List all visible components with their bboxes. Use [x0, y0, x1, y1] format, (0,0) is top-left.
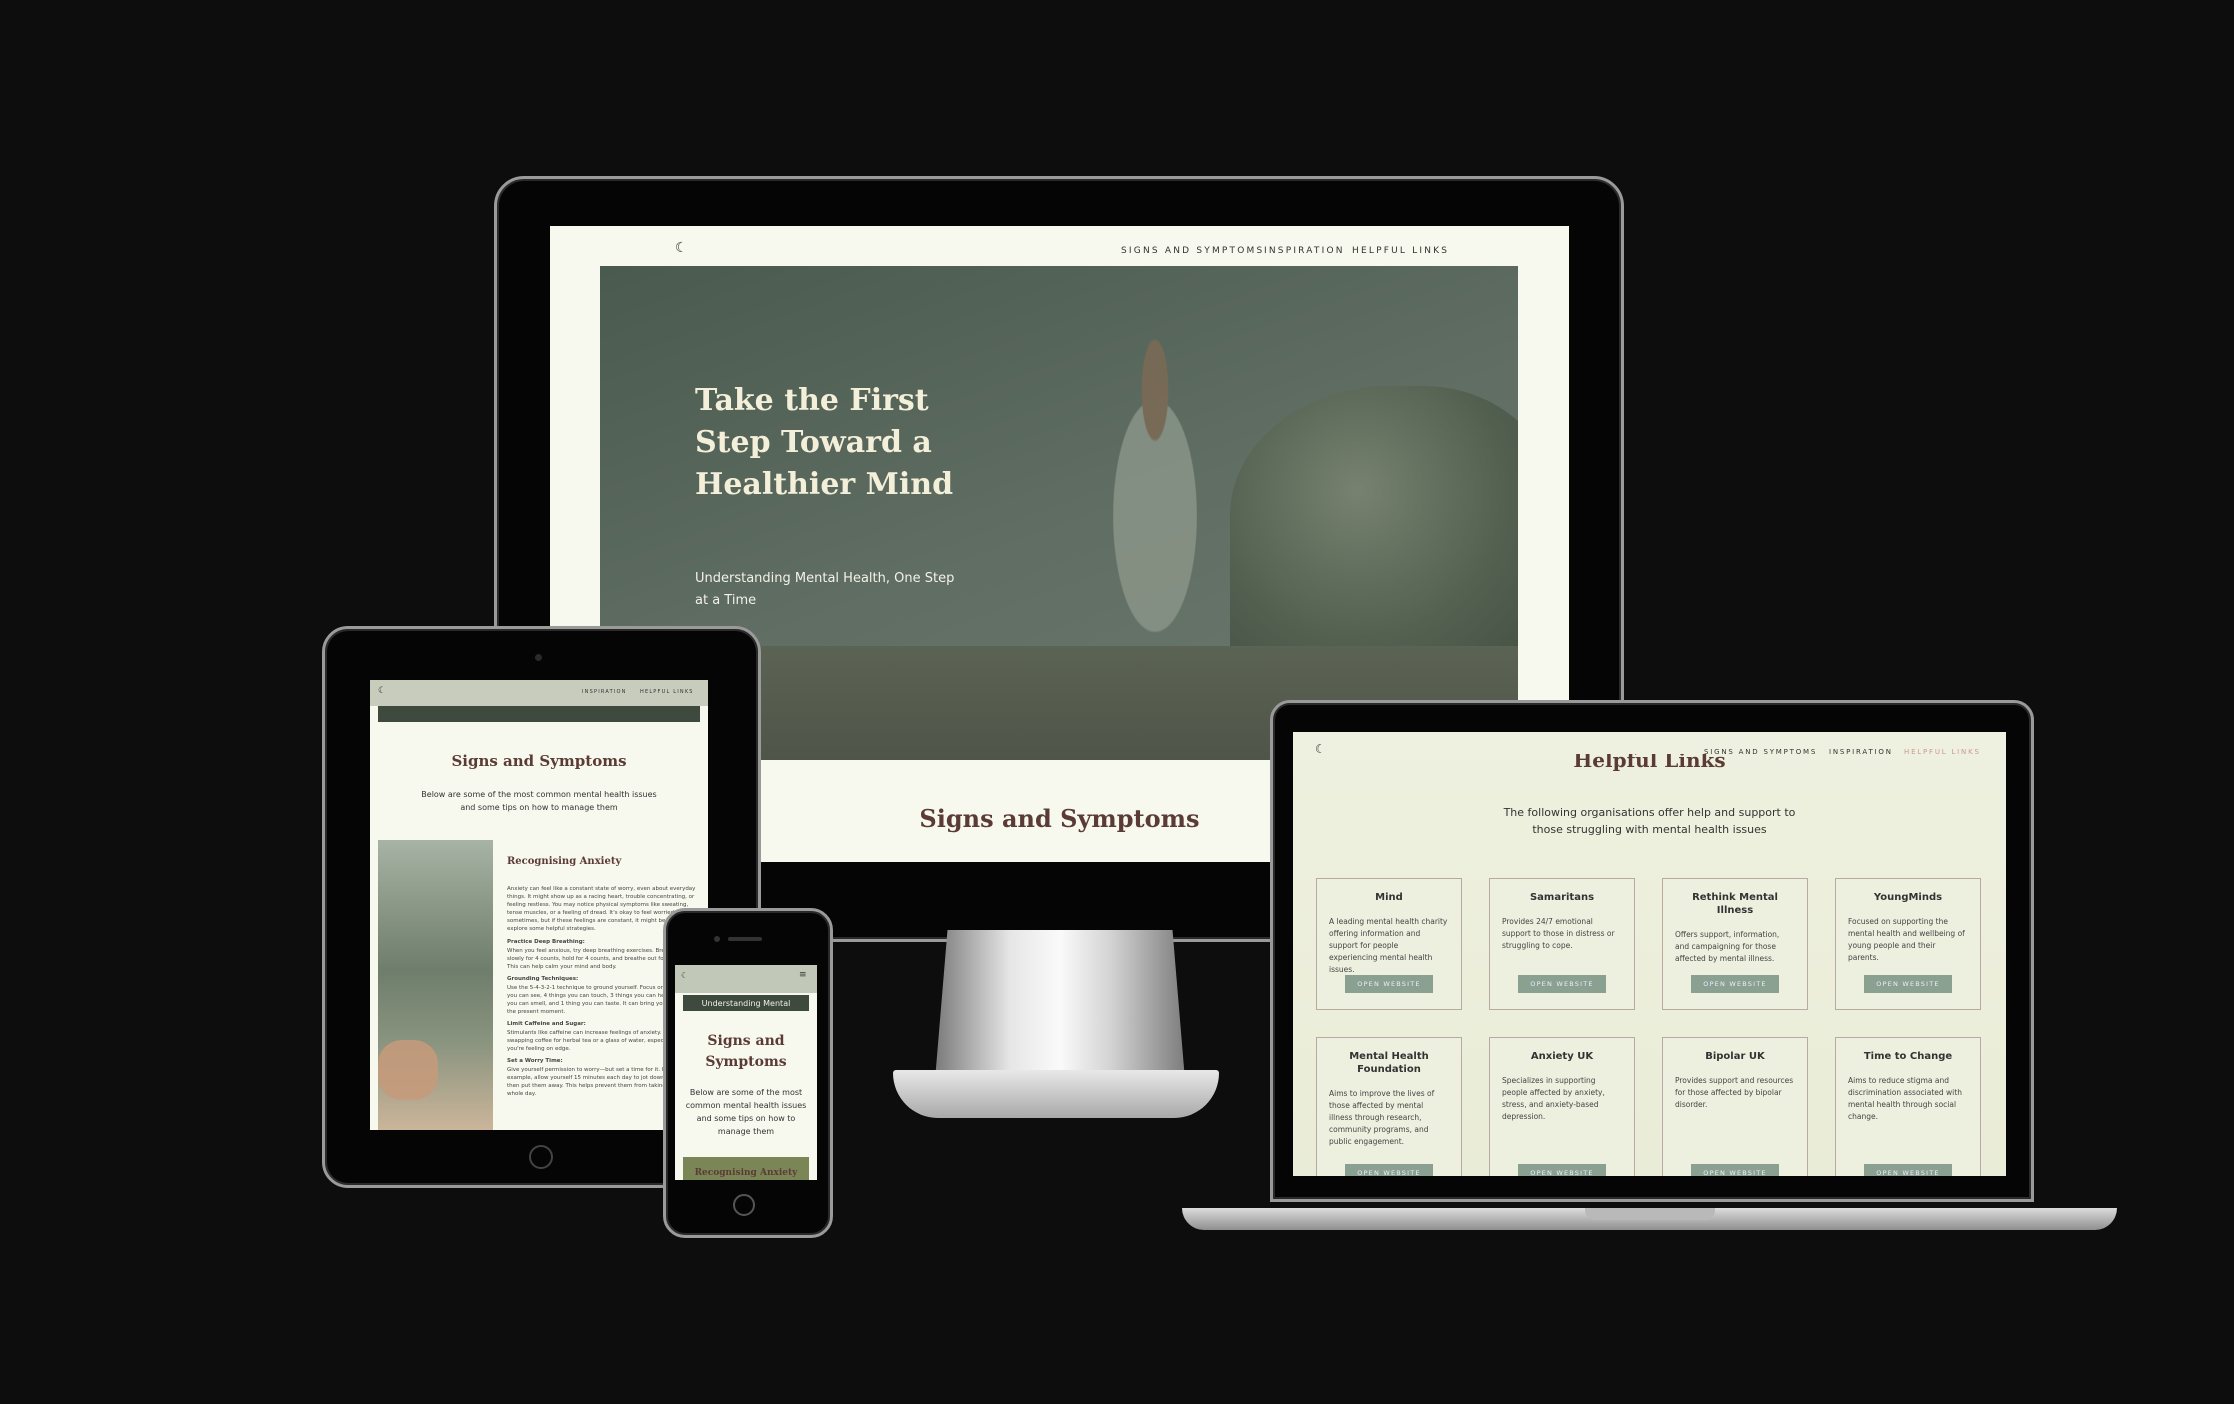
hero-banner: Understanding Mental	[683, 995, 809, 1011]
nav-inspiration[interactable]: INSPIRATION	[582, 689, 627, 695]
card-desc: Offers support, information, and campaig…	[1675, 930, 1780, 963]
section-intro: Below are some of the most common mental…	[685, 1088, 807, 1136]
open-website-button[interactable]: OPEN WEBSITE	[1345, 1164, 1433, 1176]
phone-home-button[interactable]	[733, 1194, 755, 1216]
section-intro: Below are some of the most common mental…	[421, 790, 657, 812]
card-title: Mind	[1375, 892, 1403, 903]
moon-icon[interactable]: ☾	[378, 686, 386, 696]
hands-image	[378, 1040, 438, 1100]
card-desc: Provides support and resources for those…	[1675, 1076, 1794, 1109]
open-website-button[interactable]: OPEN WEBSITE	[1864, 975, 1952, 993]
org-card-youngminds: YoungMinds Focused on supporting the men…	[1835, 878, 1981, 1010]
card-desc: Aims to improve the lives of those affec…	[1329, 1089, 1435, 1146]
open-website-button[interactable]: OPEN WEBSITE	[1345, 975, 1433, 993]
tablet-home-button[interactable]	[529, 1145, 553, 1169]
section-title: Signs and Symptoms	[705, 1033, 787, 1070]
card-title: Recognising Anxiety	[694, 1168, 798, 1178]
nav-signs-symptoms[interactable]: SIGNS AND SYMPTOMS	[1121, 246, 1264, 256]
card-title: Bipolar UK	[1705, 1051, 1765, 1062]
card-title: Rethink Mental Illness	[1692, 892, 1778, 916]
phone-camera	[714, 936, 720, 942]
hero-title: Take the First Step Toward a Healthier M…	[695, 383, 954, 502]
card-title: Recognising Anxiety	[507, 856, 622, 867]
org-card-bipolar-uk: Bipolar UK Provides support and resource…	[1662, 1037, 1808, 1176]
org-card-mind: Mind A leading mental health charity off…	[1316, 878, 1462, 1010]
card-desc: Specializes in supporting people affecte…	[1502, 1076, 1605, 1121]
laptop-screen: ☾ SIGNS AND SYMPTOMS INSPIRATION HELPFUL…	[1293, 732, 2006, 1176]
monitor-stand	[935, 930, 1185, 1080]
laptop-notch	[1585, 1208, 1715, 1220]
open-website-button[interactable]: OPEN WEBSITE	[1518, 1164, 1606, 1176]
phone-speaker	[728, 937, 762, 941]
card-title: YoungMinds	[1873, 892, 1943, 903]
open-website-button[interactable]: OPEN WEBSITE	[1864, 1164, 1952, 1176]
moon-icon[interactable]: ☾	[681, 971, 688, 980]
tablet-camera	[535, 654, 542, 661]
card-title: Samaritans	[1529, 892, 1595, 903]
org-card-rethink: Rethink Mental Illness Offers support, i…	[1662, 878, 1808, 1010]
card-desc: Focused on supporting the mental health …	[1848, 917, 1965, 962]
hero-strip	[378, 706, 700, 722]
org-card-anxiety-uk: Anxiety UK Specializes in supporting peo…	[1489, 1037, 1635, 1176]
tablet-screen: ☾ INSPIRATION HELPFUL LINKS Signs and Sy…	[370, 680, 708, 1130]
card-title: Anxiety UK	[1530, 1051, 1594, 1062]
open-website-button[interactable]: OPEN WEBSITE	[1691, 1164, 1779, 1176]
card-desc: Provides 24/7 emotional support to those…	[1502, 917, 1615, 950]
monitor-stand-base	[893, 1070, 1219, 1118]
nav-helpful-links[interactable]: HELPFUL LINKS	[1352, 246, 1449, 256]
nav-inspiration[interactable]: INSPIRATION	[1264, 246, 1345, 256]
card-desc: A leading mental health charity offering…	[1329, 917, 1448, 974]
open-website-button[interactable]: OPEN WEBSITE	[1518, 975, 1606, 993]
hero-subtitle: Understanding Mental Health, One Step at…	[695, 571, 955, 608]
org-card-time-to-change: Time to Change Aims to reduce stigma and…	[1835, 1037, 1981, 1176]
open-website-button[interactable]: OPEN WEBSITE	[1691, 975, 1779, 993]
nav-helpful-links[interactable]: HELPFUL LINKS	[640, 689, 694, 695]
org-card-mhf: Mental Health Foundation Aims to improve…	[1316, 1037, 1462, 1176]
page-title: Helpful Links	[1573, 754, 1726, 772]
phone-screen: ☾ ≡ Understanding Mental Signs and Sympt…	[675, 965, 817, 1180]
page-intro: The following organisations offer help a…	[1503, 806, 1796, 836]
card-title: Mental Health Foundation	[1349, 1051, 1429, 1075]
section-title: Signs and Symptoms	[451, 752, 627, 770]
card-title: Time to Change	[1863, 1051, 1953, 1062]
menu-icon[interactable]: ≡	[799, 970, 807, 980]
org-card-samaritans: Samaritans Provides 24/7 emotional suppo…	[1489, 878, 1635, 1010]
card-desc: Aims to reduce stigma and discrimination…	[1848, 1076, 1962, 1121]
moon-icon[interactable]: ☾	[675, 240, 688, 256]
